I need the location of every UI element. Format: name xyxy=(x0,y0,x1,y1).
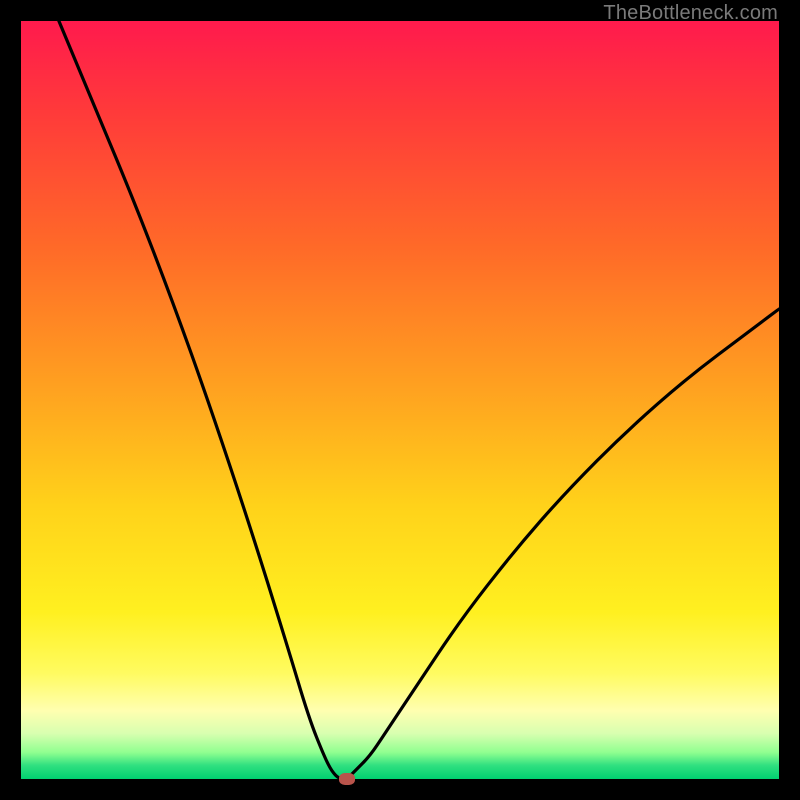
watermark-text: TheBottleneck.com xyxy=(603,2,778,25)
chart-frame: TheBottleneck.com xyxy=(0,0,800,800)
optimal-point-marker xyxy=(339,773,355,785)
bottleneck-curve xyxy=(21,21,779,779)
plot-area xyxy=(21,21,779,779)
